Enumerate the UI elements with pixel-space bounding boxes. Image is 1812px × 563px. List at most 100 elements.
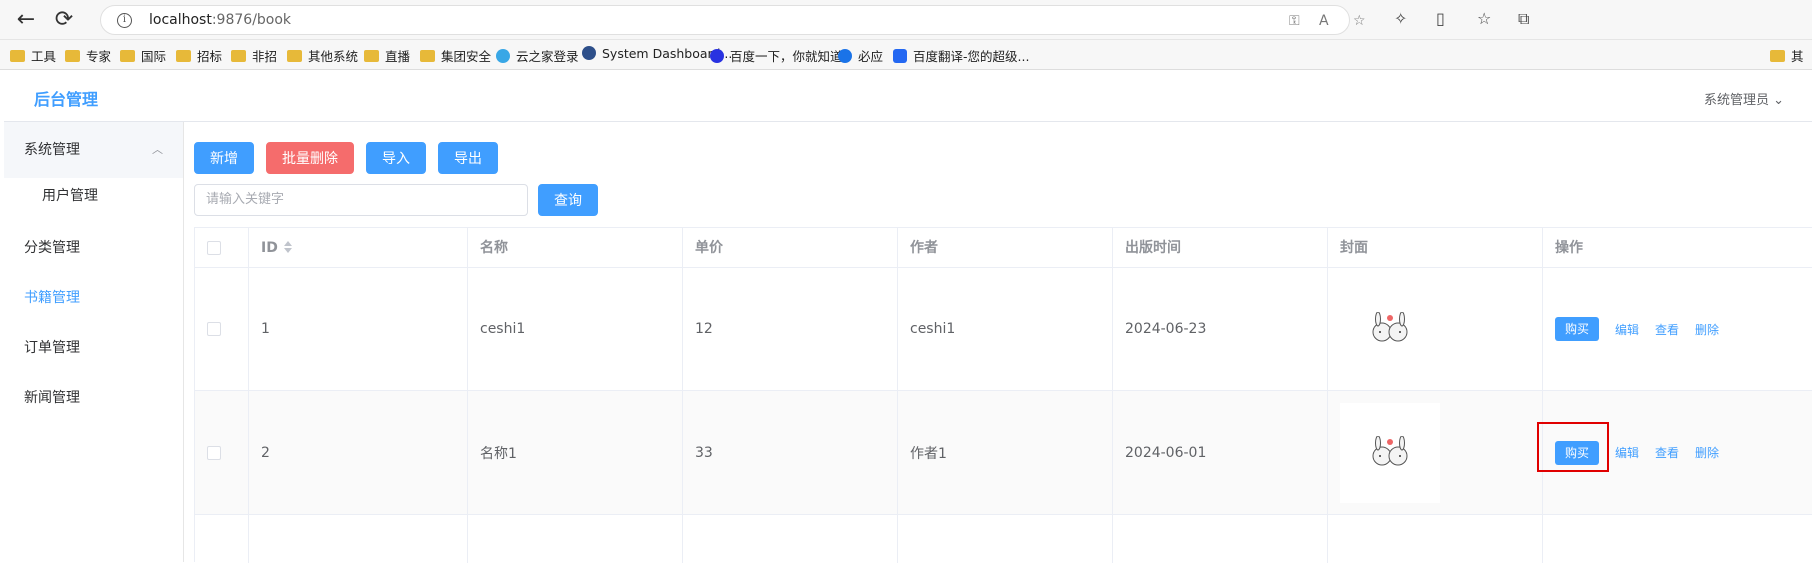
- read-aloud-icon[interactable]: A: [1319, 13, 1329, 29]
- cell-author: [898, 515, 1113, 563]
- cell-cover: [1328, 515, 1543, 563]
- sort-icon[interactable]: [283, 241, 292, 253]
- bookmark-link[interactable]: 百度翻译-您的超级...: [893, 46, 1029, 65]
- header-author: 作者: [898, 228, 1113, 268]
- refresh-icon[interactable]: ⟳: [52, 8, 76, 32]
- books-table: ID 名称 单价 作者 出版时间 封面 操作 1 ceshi1 12 ceshi…: [194, 227, 1812, 563]
- cell-price: 12: [683, 268, 898, 390]
- row-checkbox-cell[interactable]: [195, 391, 249, 514]
- cell-name: [468, 515, 683, 563]
- import-button[interactable]: 导入: [366, 142, 426, 174]
- buy-button[interactable]: 购买: [1555, 317, 1600, 341]
- cell-cover: [1328, 268, 1543, 390]
- select-all-checkbox-cell[interactable]: [195, 228, 249, 268]
- folder-icon: [364, 50, 379, 62]
- chevron-down-icon: ⌄: [1773, 93, 1784, 108]
- view-link[interactable]: 查看: [1655, 444, 1679, 461]
- sidebar-item-books[interactable]: 书籍管理: [4, 270, 183, 326]
- cell-name: 名称1: [468, 391, 683, 514]
- cell-id: 2: [249, 391, 468, 514]
- bookmark-link[interactable]: 必应: [838, 46, 883, 65]
- sidebar-item-users[interactable]: 用户管理: [4, 168, 183, 224]
- bing-search-icon: [838, 49, 852, 63]
- user-menu[interactable]: 系统管理员 ⌄: [1704, 89, 1784, 108]
- bookmark-folder[interactable]: 非招: [231, 46, 277, 65]
- folder-icon: [10, 50, 25, 62]
- bookmark-folder[interactable]: 其他系统: [287, 46, 358, 65]
- sidebar: 系统管理 ︿ 用户管理 分类管理 书籍管理 订单管理 新闻管理: [4, 122, 184, 562]
- bookmark-folder[interactable]: 专家: [65, 46, 111, 65]
- delete-link[interactable]: 删除: [1695, 444, 1719, 461]
- header-id[interactable]: ID: [249, 228, 468, 268]
- edit-link[interactable]: 编辑: [1615, 321, 1639, 338]
- folder-icon: [287, 50, 302, 62]
- bookmark-folder[interactable]: 国际: [120, 46, 166, 65]
- bookmark-link[interactable]: 百度一下，你就知道: [710, 46, 843, 65]
- cell-date: 2024-06-01: [1113, 391, 1328, 514]
- app-header: 后台管理 系统管理员 ⌄: [4, 70, 1812, 122]
- header-cover: 封面: [1328, 228, 1543, 268]
- folder-icon: [65, 50, 80, 62]
- row-checkbox-cell[interactable]: [195, 515, 249, 563]
- sidebar-item-news[interactable]: 新闻管理: [4, 370, 183, 426]
- checkbox[interactable]: [207, 445, 221, 460]
- search-button[interactable]: 查询: [538, 184, 598, 216]
- header-name: 名称: [468, 228, 683, 268]
- export-button[interactable]: 导出: [438, 142, 498, 174]
- bookmark-folder[interactable]: 直播: [364, 46, 410, 65]
- info-icon[interactable]: i: [117, 13, 132, 28]
- bookmark-folder[interactable]: 其: [1770, 46, 1804, 65]
- extensions-icon[interactable]: ✧: [1394, 9, 1407, 28]
- address-bar[interactable]: i localhost:9876/book ⚿ A ☆: [100, 5, 1366, 35]
- batch-delete-button[interactable]: 批量删除: [266, 142, 354, 174]
- split-screen-icon[interactable]: ▯: [1436, 9, 1445, 28]
- cell-price: [683, 515, 898, 563]
- sidebar-item-orders[interactable]: 订单管理: [4, 320, 183, 376]
- folder-icon: [420, 50, 435, 62]
- folder-icon: [1770, 50, 1785, 62]
- highlight-box: [1537, 422, 1609, 472]
- cell-actions: 购买 编辑 查看 删除: [1543, 268, 1812, 390]
- cell-id: [249, 515, 468, 563]
- bookmark-folder[interactable]: 集团安全: [420, 46, 491, 65]
- bunny-icon: [1372, 435, 1408, 465]
- back-arrow-icon[interactable]: ←: [14, 8, 38, 32]
- sidebar-item-categories[interactable]: 分类管理: [4, 220, 183, 276]
- table-row: 1 ceshi1 12 ceshi1 2024-06-23 购买 编辑 查看 删…: [195, 268, 1812, 391]
- favorites-icon[interactable]: ☆: [1477, 9, 1491, 28]
- search-input[interactable]: 请输入关键字: [194, 184, 528, 216]
- user-name: 系统管理员: [1703, 93, 1769, 108]
- bookmark-folder[interactable]: 招标: [176, 46, 222, 65]
- edit-link[interactable]: 编辑: [1615, 444, 1639, 461]
- view-link[interactable]: 查看: [1655, 321, 1679, 338]
- delete-link[interactable]: 删除: [1695, 321, 1719, 338]
- folder-icon: [120, 50, 135, 62]
- bunny-icon: [1372, 312, 1408, 342]
- add-button[interactable]: 新增: [194, 142, 254, 174]
- cell-id: 1: [249, 268, 468, 390]
- cell-date: [1113, 515, 1328, 563]
- cell-actions: [1543, 515, 1812, 563]
- bookmark-link[interactable]: 云之家登录: [496, 46, 579, 65]
- dashboard-icon: [582, 46, 596, 60]
- main-content: 新增 批量删除 导入 导出 请输入关键字 查询 ID 名称 单价 作者 出版时间…: [194, 122, 1812, 563]
- bookmark-folder[interactable]: 工具: [10, 46, 56, 65]
- cover-image[interactable]: [1340, 402, 1440, 503]
- cell-price: 33: [683, 391, 898, 514]
- cloud-icon: [496, 49, 510, 63]
- checkbox[interactable]: [207, 240, 221, 255]
- cell-author: ceshi1: [898, 268, 1113, 390]
- star-icon[interactable]: ☆: [1353, 13, 1366, 29]
- header-actions: 操作: [1543, 228, 1812, 268]
- checkbox[interactable]: [207, 322, 221, 336]
- key-icon[interactable]: ⚿: [1289, 13, 1300, 29]
- header-price: 单价: [683, 228, 898, 268]
- folder-icon: [176, 50, 191, 62]
- row-checkbox-cell[interactable]: [195, 268, 249, 390]
- bookmarks-bar: 工具 专家 国际 招标 非招 其他系统 直播 集团安全 云之家登录 System…: [0, 40, 1812, 70]
- collections-icon[interactable]: ⧉: [1518, 9, 1529, 29]
- cell-name: ceshi1: [468, 268, 683, 390]
- header-date: 出版时间: [1113, 228, 1328, 268]
- cover-image[interactable]: [1340, 279, 1440, 379]
- app-title: 后台管理: [34, 90, 99, 109]
